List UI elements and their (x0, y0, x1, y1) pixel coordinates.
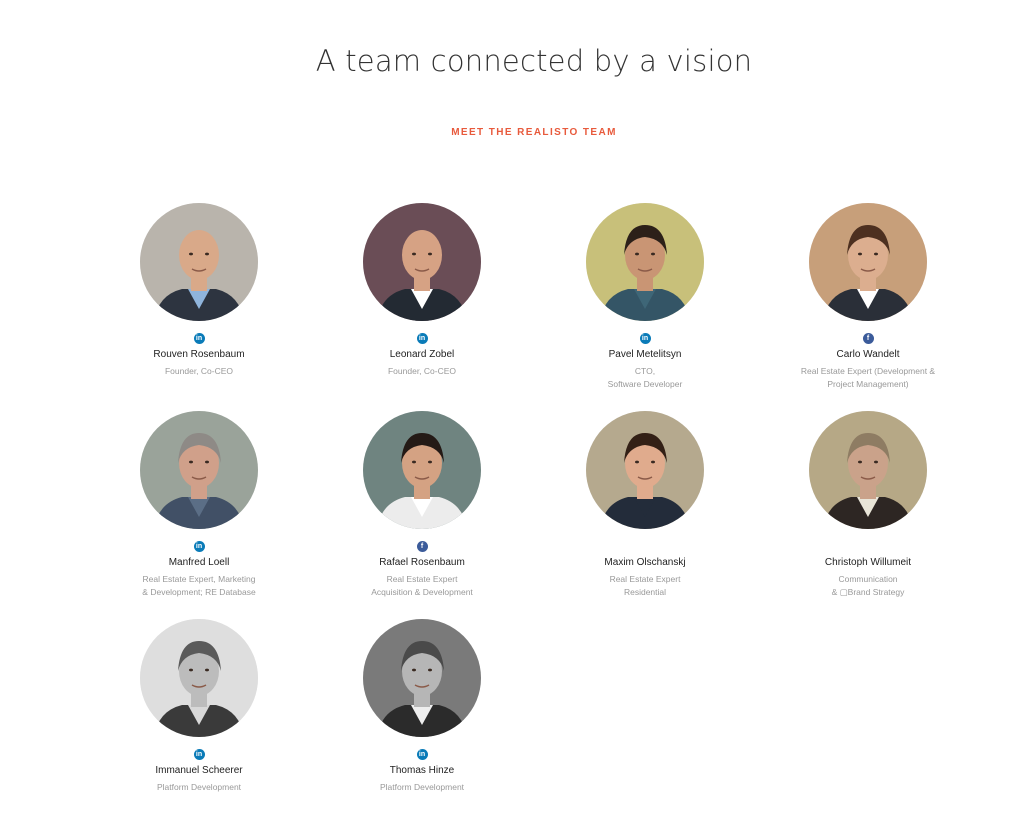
member-role-line: Software Developer (607, 379, 683, 389)
team-member-card: in Leonard Zobel Founder, Co-CEO (332, 203, 512, 378)
member-name: Immanuel Scheerer (155, 765, 243, 776)
member-photo (363, 411, 481, 529)
member-role: CTO, Software Developer (555, 365, 735, 391)
linkedin-icon[interactable]: in (416, 333, 428, 344)
member-photo (809, 411, 927, 529)
member-name: Leonard Zobel (389, 349, 455, 360)
member-role-line: CTO, (634, 366, 656, 376)
member-photo (363, 619, 481, 737)
linkedin-icon[interactable]: in (193, 749, 205, 760)
member-role: Communication & ▢Brand Strategy (778, 573, 958, 599)
member-name: Maxim Olschanskj (604, 557, 686, 568)
member-photo (363, 203, 481, 321)
member-role: Real Estate Expert Residential (555, 573, 735, 599)
member-role-line: Real Estate Expert, Marketing (142, 574, 256, 584)
member-role: Real Estate Expert Acquisition & Developm… (332, 573, 512, 599)
member-role-line: Platform Development (156, 782, 242, 792)
member-name: Christoph Willumeit (824, 557, 912, 568)
member-role-line: Founder, Co-CEO (387, 366, 457, 376)
team-member-card: f Carlo Wandelt Real Estate Expert (Develo… (778, 203, 958, 391)
team-member-card: Christoph Willumeit Communication & ▢Brand… (778, 411, 958, 599)
member-role-line: Founder, Co-CEO (164, 366, 234, 376)
member-role-line: & ▢Brand Strategy (831, 587, 905, 597)
member-name: Pavel Metelitsyn (608, 349, 682, 360)
linkedin-icon[interactable]: in (193, 541, 205, 552)
member-photo (140, 411, 258, 529)
member-role-line: Real Estate Expert (Development & (800, 366, 936, 376)
page-title: A team connected by a vision (315, 44, 753, 78)
member-role-line: Acquisition & Development (371, 587, 473, 597)
member-role: Founder, Co-CEO (332, 365, 512, 378)
linkedin-icon[interactable]: in (416, 749, 428, 760)
member-name: Thomas Hinze (389, 765, 455, 776)
member-role-line: Communication (838, 574, 898, 584)
member-role: Founder, Co-CEO (109, 365, 289, 378)
member-photo (809, 203, 927, 321)
member-role: Platform Development (332, 781, 512, 794)
member-photo (586, 411, 704, 529)
member-photo (586, 203, 704, 321)
member-role-line: & Development; RE Database (142, 587, 256, 597)
member-photo (140, 203, 258, 321)
facebook-icon[interactable]: f (862, 333, 874, 344)
member-photo (140, 619, 258, 737)
team-member-card: Maxim Olschanskj Real Estate Expert Reside… (555, 411, 735, 599)
team-member-card: in Thomas Hinze Platform Development (332, 619, 512, 794)
linkedin-icon[interactable]: in (193, 333, 205, 344)
member-role-line: Project Management) (827, 379, 909, 389)
member-role: Platform Development (109, 781, 289, 794)
member-role-line: Platform Development (379, 782, 465, 792)
facebook-icon[interactable]: f (416, 541, 428, 552)
member-name: Carlo Wandelt (836, 349, 900, 360)
member-role: Real Estate Expert (Development & Project… (778, 365, 958, 391)
team-member-card: in Immanuel Scheerer Platform Development (109, 619, 289, 794)
section-kicker: MEET THE REALISTO TEAM (451, 127, 617, 138)
team-member-card: in Manfred Loell Real Estate Expert, Marke… (109, 411, 289, 599)
member-role-line: Real Estate Expert (386, 574, 458, 584)
team-member-card: in Rouven Rosenbaum Founder, Co-CEO (109, 203, 289, 378)
team-member-card: f Rafael Rosenbaum Real Estate Expert Acqui… (332, 411, 512, 599)
member-name: Manfred Loell (168, 557, 230, 568)
team-member-card: in Pavel Metelitsyn CTO, Software Developer (555, 203, 735, 391)
member-role-line: Real Estate Expert (609, 574, 681, 584)
member-name: Rouven Rosenbaum (153, 349, 245, 360)
member-role: Real Estate Expert, Marketing & Developme… (109, 573, 289, 599)
linkedin-icon[interactable]: in (639, 333, 651, 344)
member-name: Rafael Rosenbaum (379, 557, 465, 568)
member-role-line: Residential (623, 587, 667, 597)
